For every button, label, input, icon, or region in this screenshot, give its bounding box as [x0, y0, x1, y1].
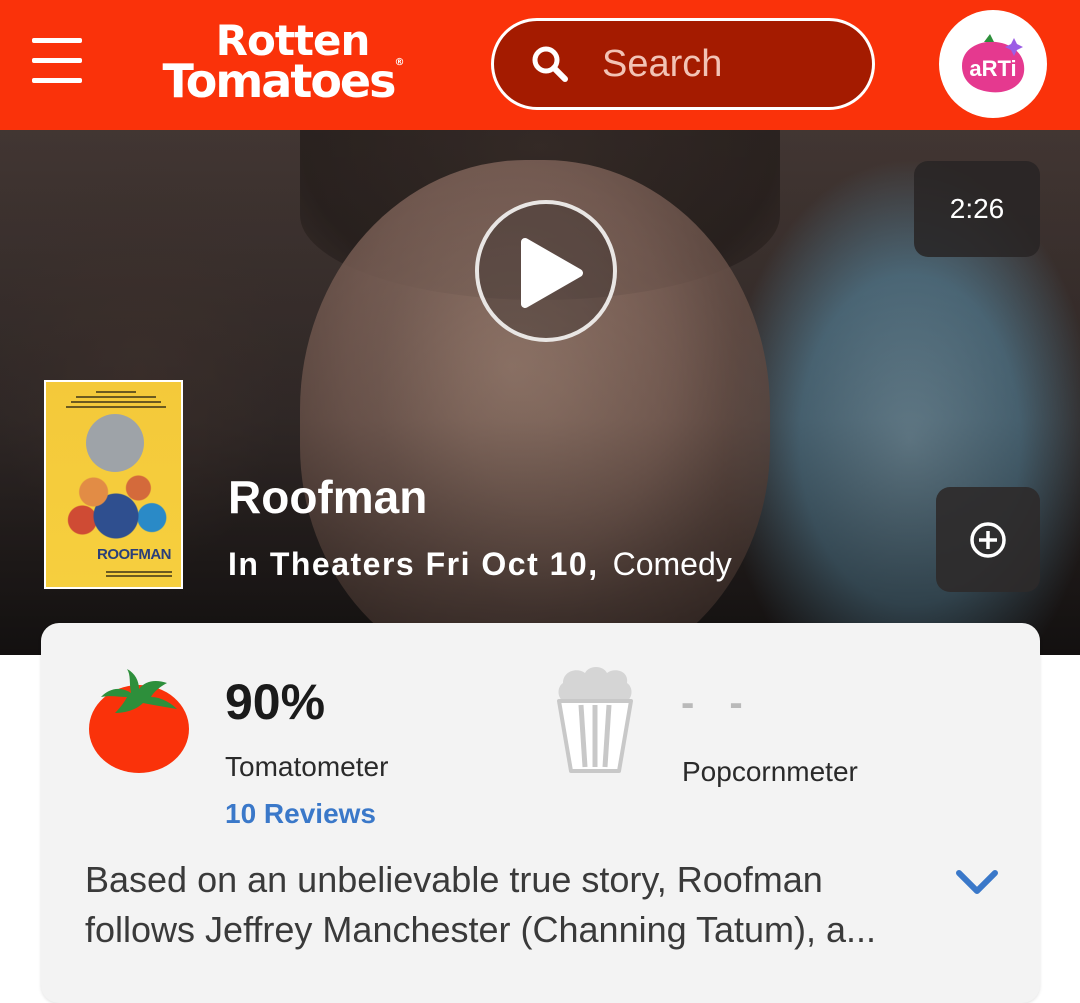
- play-button[interactable]: [475, 200, 617, 342]
- add-to-watchlist-button[interactable]: [936, 487, 1040, 592]
- popcornmeter-score: - -: [681, 681, 755, 725]
- poster-tagline: [66, 388, 166, 412]
- movie-poster[interactable]: ROOFMAN: [44, 380, 183, 589]
- tomatometer-label: Tomatometer: [225, 751, 389, 782]
- search-box[interactable]: [491, 18, 875, 110]
- chevron-down-icon[interactable]: [953, 867, 1001, 897]
- site-header: Rotten Tomatoes® aRTi: [0, 0, 1080, 130]
- rotten-tomatoes-logo[interactable]: Rotten Tomatoes®: [140, 20, 425, 110]
- logo-line-2: Tomatoes®: [162, 54, 404, 108]
- arti-avatar-icon: aRTi: [962, 34, 1025, 93]
- hero-trailer[interactable]: 2:26 ROOFMAN Roofman In Theaters Fri Oct…: [0, 130, 1080, 655]
- synopsis-text: Based on an unbelievable true story, Roo…: [85, 855, 965, 955]
- synopsis-line-1: Based on an unbelievable true story, Roo…: [85, 859, 823, 900]
- synopsis-line-2: follows Jeffrey Manchester (Channing Tat…: [85, 909, 877, 950]
- release-info: In Theaters Fri Oct 10,: [228, 546, 599, 582]
- reviews-count-link[interactable]: 10 Reviews: [225, 798, 376, 830]
- play-icon: [521, 238, 583, 308]
- poster-cast: [60, 460, 172, 540]
- poster-credits: [106, 571, 172, 577]
- score-card: 90% Tomatometer 10 Reviews - - Popcornme…: [41, 623, 1040, 1003]
- avatar-label: aRTi: [969, 56, 1016, 81]
- popcorn-bucket-icon: [557, 667, 633, 773]
- search-icon: [532, 46, 568, 82]
- menu-icon[interactable]: [32, 38, 82, 86]
- genre-label: Comedy: [612, 546, 732, 582]
- arti-avatar-button[interactable]: aRTi: [939, 10, 1047, 118]
- video-duration-badge: 2:26: [914, 161, 1040, 257]
- popcornmeter-label: Popcornmeter: [682, 756, 858, 787]
- search-input[interactable]: [602, 42, 862, 86]
- plus-circle-icon: [970, 521, 1006, 558]
- tomatometer-score: 90%: [225, 674, 326, 730]
- movie-title: Roofman: [228, 471, 428, 523]
- movie-meta: In Theaters Fri Oct 10, Comedy: [228, 546, 732, 583]
- fresh-tomato-icon: [89, 669, 189, 773]
- poster-title: ROOFMAN: [97, 546, 172, 563]
